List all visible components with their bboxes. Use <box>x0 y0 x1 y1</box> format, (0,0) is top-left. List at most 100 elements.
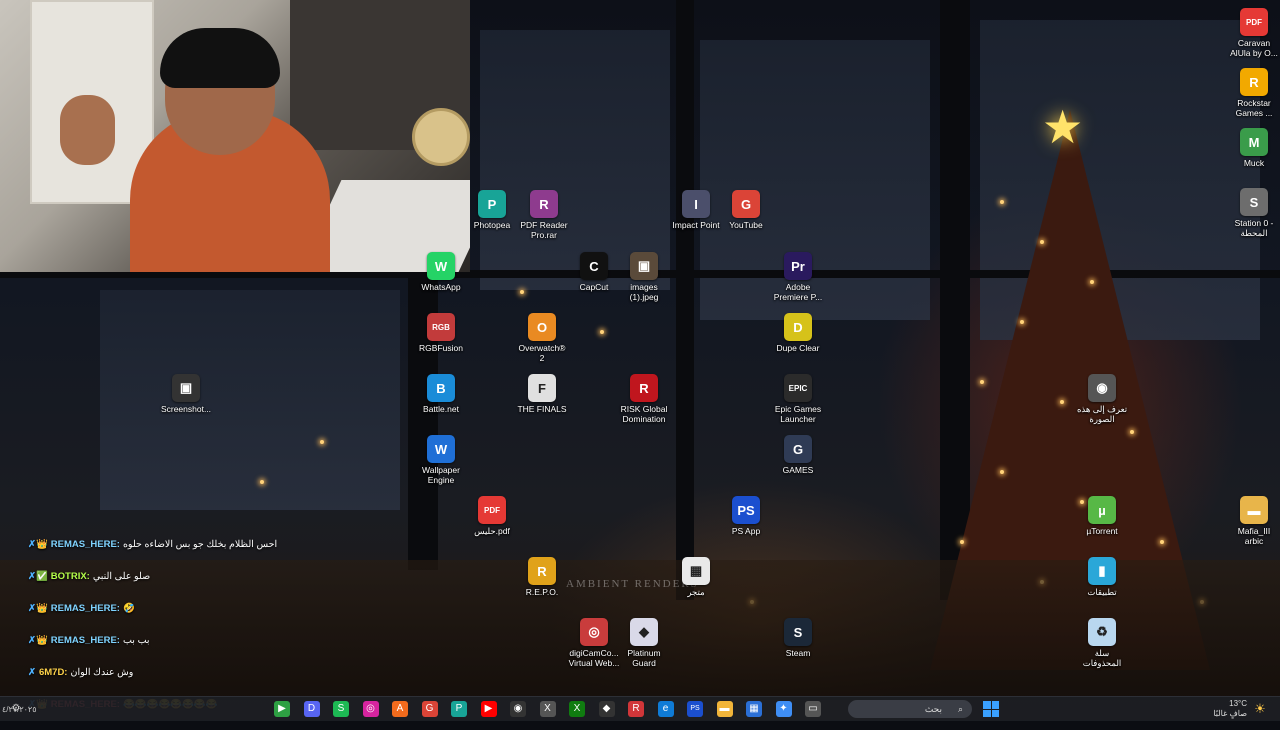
chat-text: احس الظلام بخلك جو بس الاضاءه حلوه <box>122 539 278 550</box>
desktop-icon-label: Dupe Clear <box>776 343 820 353</box>
xbox-icon[interactable]: X <box>569 701 585 717</box>
desktop-icon-label: Steam <box>785 648 811 658</box>
desktop-icon[interactable]: O Overwatch® 2 <box>510 313 574 363</box>
desktop-icon[interactable]: EPIC Epic Games Launcher <box>766 374 830 424</box>
chat-text: وش عندك الوان <box>70 667 134 678</box>
desktop-icon[interactable]: F THE FINALS <box>510 374 574 414</box>
desktop-icon[interactable]: W Wallpaper Engine <box>409 435 473 485</box>
recycle-bin-icon: ♻ <box>1088 618 1116 646</box>
city-building <box>100 290 400 510</box>
whatsapp-icon: W <box>427 252 455 280</box>
obs-icon[interactable]: ◉ <box>510 701 526 717</box>
webcam-plate <box>412 108 470 166</box>
winrar-icon: R <box>530 190 558 218</box>
weather-widget[interactable]: 13°C صافٍ غالبًا <box>1205 699 1247 719</box>
discord-icon[interactable]: D <box>303 701 320 717</box>
desktop-icon-label: Wallpaper Engine <box>422 465 460 485</box>
streamer-hand <box>60 95 115 165</box>
chat-username: REMAS_HERE: <box>50 603 120 614</box>
desktop-icon[interactable]: PS PS App <box>714 496 778 536</box>
risk-icon: R <box>630 374 658 402</box>
desktop-icon[interactable]: ◆ Platinum Guard <box>612 618 676 668</box>
desktop-icon[interactable]: B Battle.net <box>409 374 473 414</box>
chat-text: صلو على النبي <box>92 571 151 582</box>
steam-icon: S <box>784 618 812 646</box>
spotify-icon[interactable]: S <box>333 701 349 717</box>
apps-icon: ▮ <box>1088 557 1116 585</box>
taskbar-search-box[interactable]: بحث ⌕ <box>848 700 972 718</box>
desktop-icon[interactable]: ▦ متجر <box>664 557 728 597</box>
desktop-icon-label: RGBFusion <box>419 343 463 353</box>
desktop-icon[interactable]: Pr Adobe Premiere P... <box>766 252 830 302</box>
rgbfusion-icon: RGB <box>427 313 455 341</box>
pdf-icon: PDF <box>1240 8 1268 36</box>
desktop-icon[interactable]: R Rockstar Games ... <box>1222 68 1280 118</box>
chrome-icon: G <box>732 190 760 218</box>
desktop-icon-label: Overwatch® 2 <box>518 343 566 363</box>
platinum-guard-icon: ◆ <box>630 618 658 646</box>
desktop-icon[interactable]: RGB RGBFusion <box>409 313 473 353</box>
desktop-icon[interactable]: S Station 0 - المحطة <box>1222 188 1280 238</box>
taskbar: ⚙ ▶ D S ◎ A G P ▶ ◉ X X ◆ Re PS ▬ ▦ ✦ ▭ بحث ⌕ 13°C صافٍ غ… <box>0 696 1280 721</box>
search-icon: ⌕ <box>957 704 963 714</box>
xbox-pc-icon[interactable]: X <box>539 701 556 717</box>
impact-point-icon: I <box>682 190 710 218</box>
desktop-icon-label: سلة المحذوفات <box>1082 648 1122 668</box>
youtube-icon[interactable]: ▶ <box>480 701 497 717</box>
tree-star: ★ <box>1042 101 1084 153</box>
desktop-icon[interactable]: R PDF Reader Pro.rar <box>512 190 576 240</box>
winamp-icon[interactable]: ▶ <box>274 701 290 717</box>
station-icon: S <box>1240 188 1268 216</box>
desktop-icon[interactable]: ▣ images (1).jpeg <box>612 252 676 302</box>
chat-badge: ✗👑 <box>28 539 48 550</box>
desktop-icon[interactable]: ◉ تعرف إلى هذه الصورة <box>1070 374 1134 424</box>
desktop-icon[interactable]: ▣ Screenshot... <box>154 374 218 414</box>
desktop-icon[interactable]: G YouTube <box>714 190 778 230</box>
chat-badge: ✗👑 <box>28 635 48 646</box>
weather-temp: 13°C <box>1229 699 1247 708</box>
desktop-icon[interactable]: S Steam <box>766 618 830 658</box>
desktop-icon-label: R.E.P.O. <box>525 587 559 597</box>
file-explorer-icon[interactable]: ▬ <box>716 701 733 717</box>
desktop-icon[interactable]: PDF حليس.pdf <box>460 496 524 536</box>
copilot-icon[interactable]: ✦ <box>775 701 792 717</box>
games-folder-icon: G <box>784 435 812 463</box>
dupe-clear-icon: D <box>784 313 812 341</box>
desktop-icon[interactable]: D Dupe Clear <box>766 313 830 353</box>
riot-icon[interactable]: R <box>628 701 644 717</box>
desktop-icon[interactable]: µ µTorrent <box>1070 496 1134 536</box>
desktop-icon[interactable]: ▬ Mafia_III arbic <box>1222 496 1280 546</box>
epic-games-icon: EPIC <box>784 374 812 402</box>
photopea-taskbar-icon[interactable]: P <box>451 701 467 717</box>
unity-icon[interactable]: ◆ <box>598 701 615 717</box>
premiere-icon: Pr <box>784 252 812 280</box>
chat-badge: ✗✅ <box>28 571 48 582</box>
store-taskbar-icon[interactable]: ▦ <box>746 701 762 717</box>
terminal-icon[interactable]: ▭ <box>805 701 821 717</box>
desktop-icon[interactable]: G GAMES <box>766 435 830 475</box>
desktop-icon-label: Caravan AlUla by O... <box>1230 38 1278 58</box>
artstudio-icon[interactable]: A <box>392 701 408 717</box>
streamer-headphones <box>160 28 280 88</box>
windows-start-icon[interactable] <box>983 701 999 717</box>
desktop-icon[interactable]: R RISK Global Domination <box>612 374 676 424</box>
desktop-icon[interactable]: PDF Caravan AlUla by O... <box>1222 8 1280 58</box>
desktop-icon[interactable]: W WhatsApp <box>409 252 473 292</box>
playstation-taskbar-icon[interactable]: PS <box>687 701 703 717</box>
edge-icon[interactable]: e <box>657 701 674 717</box>
desktop-icon-label: متجر <box>687 587 705 597</box>
desktop-icon[interactable]: ▮ تطبيقات <box>1070 557 1134 597</box>
playstation-icon: PS <box>732 496 760 524</box>
chat-message: ✗✅ BOTRIX: صلو على النبي <box>28 570 368 602</box>
screenshot-file-icon: ▣ <box>172 374 200 402</box>
desktop-icon-label: Epic Games Launcher <box>774 404 822 424</box>
desktop-icon[interactable]: R R.E.P.O. <box>510 557 574 597</box>
camera-icon: ◉ <box>1088 374 1116 402</box>
desktop-icon-label: Muck <box>1243 158 1265 168</box>
chrome-taskbar-icon[interactable]: G <box>421 701 438 717</box>
desktop-icon[interactable]: ♻ سلة المحذوفات <box>1070 618 1134 668</box>
taskbar-date: ٤/٢٧/٢٠٢٥ <box>2 705 37 714</box>
instagram-icon[interactable]: ◎ <box>362 701 379 717</box>
desktop-icon[interactable]: M Muck <box>1222 128 1280 168</box>
the-finals-icon: F <box>528 374 556 402</box>
